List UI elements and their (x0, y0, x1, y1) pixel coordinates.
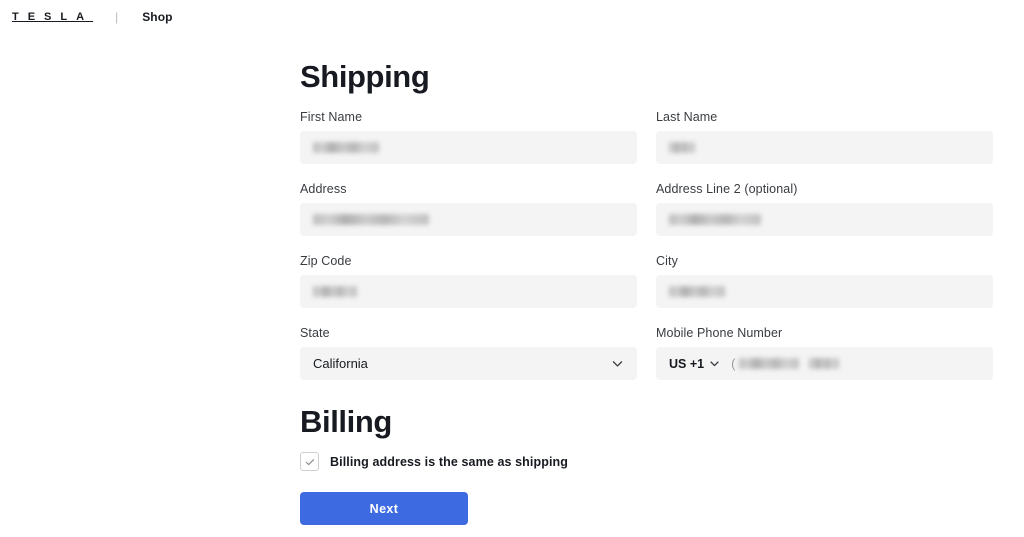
field-first-name: First Name (300, 110, 637, 164)
field-state: State California (300, 326, 637, 380)
phone-country-selector[interactable]: US +1 (669, 357, 720, 371)
zip-code-input[interactable] (300, 275, 637, 308)
shipping-form: Shipping First Name Last Name Address Ad… (300, 34, 993, 525)
checkmark-icon (305, 458, 314, 465)
phone-prefix: ( (731, 356, 736, 371)
redacted-value (313, 214, 429, 225)
field-city: City (656, 254, 993, 308)
city-label: City (656, 254, 678, 268)
field-address-line-2: Address Line 2 (optional) (656, 182, 993, 236)
next-button[interactable]: Next (300, 492, 468, 525)
redacted-value (669, 286, 725, 297)
state-label: State (300, 326, 330, 340)
address-line-2-label: Address Line 2 (optional) (656, 182, 798, 196)
redacted-value (669, 214, 761, 225)
billing-same-checkbox[interactable] (300, 452, 319, 471)
field-zip-code: Zip Code (300, 254, 637, 308)
shipping-section-title: Shipping (300, 59, 430, 94)
first-name-input[interactable] (300, 131, 637, 164)
last-name-label: Last Name (656, 110, 718, 124)
first-name-label: First Name (300, 110, 363, 124)
header-divider: | (115, 10, 119, 24)
zip-code-label: Zip Code (300, 254, 352, 268)
billing-same-as-shipping-row[interactable]: Billing address is the same as shipping (300, 452, 992, 471)
phone-country-code: US +1 (669, 356, 705, 371)
mobile-phone-label: Mobile Phone Number (656, 326, 783, 340)
state-select[interactable]: California (300, 347, 637, 380)
field-last-name: Last Name (656, 110, 993, 164)
redacted-value (313, 142, 379, 153)
billing-same-label: Billing address is the same as shipping (330, 454, 568, 469)
redacted-value (669, 142, 695, 153)
address-line-2-input[interactable] (656, 203, 993, 236)
checkout-page: Shipping First Name Last Name Address Ad… (0, 34, 1024, 525)
field-address: Address (300, 182, 637, 236)
form-row-state-phone: State California Mobile Phone Number US … (300, 326, 993, 380)
billing-section-title: Billing (300, 404, 392, 439)
chevron-down-icon (611, 357, 624, 370)
last-name-input[interactable] (656, 131, 993, 164)
tesla-logo[interactable]: TESLA (12, 11, 93, 23)
tesla-wordmark-text: TESLA (12, 11, 94, 23)
redacted-value (313, 286, 357, 297)
phone-number-value: ( (731, 356, 840, 371)
form-row-address: Address Address Line 2 (optional) (300, 182, 993, 236)
redacted-value (739, 358, 800, 369)
mobile-phone-input[interactable]: US +1 ( (656, 347, 993, 380)
nav-link-shop[interactable]: Shop (142, 10, 172, 24)
chevron-down-icon (709, 358, 720, 369)
site-header: TESLA | Shop (0, 0, 1024, 34)
field-mobile-phone: Mobile Phone Number US +1 ( (656, 326, 993, 380)
city-input[interactable] (656, 275, 993, 308)
address-input[interactable] (300, 203, 637, 236)
form-row-name: First Name Last Name (300, 110, 993, 164)
form-row-zip-city: Zip Code City (300, 254, 993, 308)
address-label: Address (300, 182, 347, 196)
redacted-value (809, 358, 840, 369)
state-selected-value: California (313, 356, 368, 371)
